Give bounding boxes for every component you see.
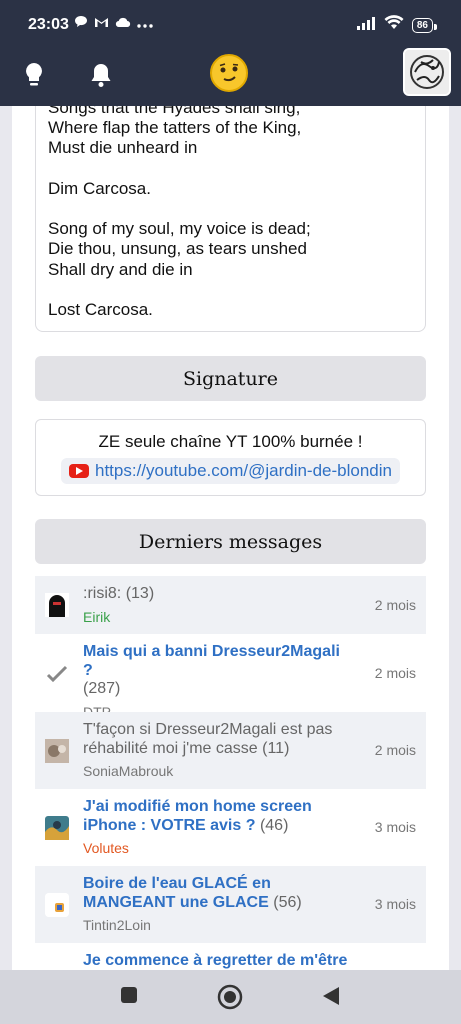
topic-title[interactable]: Mais qui a banni Dresseur2Magali ? xyxy=(83,643,340,679)
topic-author[interactable]: Tintin2Loin xyxy=(83,916,353,935)
reply-count: (11) xyxy=(262,739,290,757)
poem-line: Shall dry and die in xyxy=(48,259,193,279)
poem-line: Must die unheard in xyxy=(48,138,198,158)
signature-heading: Signature xyxy=(35,356,426,401)
poem-line: Dim Carcosa. xyxy=(48,178,151,198)
signal-icon xyxy=(356,16,376,35)
topic-title[interactable]: Boire de l'eau GLACÉ en MANGEANT une GLA… xyxy=(83,875,271,911)
profile-avatar-icon[interactable] xyxy=(403,48,451,96)
youtube-icon xyxy=(69,464,89,478)
latest-messages-heading: Derniers messages xyxy=(35,519,426,564)
smirk-emoji-icon[interactable] xyxy=(210,54,248,92)
photo-avatar-icon xyxy=(45,739,69,763)
signature-box: ZE seule chaîne YT 100% burnée ! https:/… xyxy=(35,419,426,496)
topic-title[interactable]: :risi8: xyxy=(83,585,121,602)
status-bar: 23:03 86 xyxy=(0,0,461,50)
bell-icon[interactable] xyxy=(86,60,116,90)
latest-messages-list: :risi8: (13) Eirik 2 mois Mais qui a ban… xyxy=(35,576,426,970)
topic-author[interactable]: Eirik xyxy=(83,608,353,627)
battery-indicator: 86 xyxy=(411,17,438,33)
wifi-icon xyxy=(384,15,404,35)
reply-count: (46) xyxy=(259,816,289,834)
list-item[interactable]: J'ai modifié mon home screen iPhone : VO… xyxy=(35,789,426,866)
lightbulb-icon[interactable] xyxy=(19,60,49,90)
signature-link[interactable]: https://youtube.com/@jardin-de-blondin xyxy=(61,458,400,484)
poem-line: Song of my soul, my voice is dead; xyxy=(48,219,311,239)
home-circle-icon[interactable] xyxy=(217,984,243,1015)
topic-time: 3 mois xyxy=(374,896,416,912)
list-item[interactable]: Mais qui a banni Dresseur2Magali ? (287)… xyxy=(35,634,426,720)
topic-title[interactable]: Je commence à regretter de m'être xyxy=(83,952,347,969)
back-triangle-icon[interactable] xyxy=(322,986,340,1011)
list-item[interactable]: T'façon si Dresseur2Magali est pas réhab… xyxy=(35,712,426,789)
topic-time: 2 mois xyxy=(374,665,416,681)
topic-author[interactable]: Volutes xyxy=(83,839,353,858)
signature-link-text: https://youtube.com/@jardin-de-blondin xyxy=(95,461,392,480)
topic-time: 3 mois xyxy=(374,819,416,835)
reply-count: (13) xyxy=(125,585,155,602)
recents-square-icon[interactable] xyxy=(120,986,138,1009)
status-time: 23:03 xyxy=(28,16,69,33)
topic-time: 2 mois xyxy=(374,742,416,758)
app-avatar-icon xyxy=(45,893,69,917)
scenery-avatar-icon xyxy=(45,816,69,840)
poem-line: Lost Carcosa. xyxy=(48,299,153,319)
list-item[interactable]: Boire de l'eau GLACÉ en MANGEANT une GLA… xyxy=(35,866,426,943)
content-sheet: Songs that the Hyades shall sing, Where … xyxy=(12,106,449,970)
cloud-icon xyxy=(115,16,131,31)
poem-box: Songs that the Hyades shall sing, Where … xyxy=(35,106,426,332)
system-nav-bar xyxy=(0,970,461,1024)
app-bar xyxy=(0,48,461,106)
signature-text: ZE seule chaîne YT 100% burnée ! xyxy=(98,432,363,451)
list-item[interactable]: :risi8: (13) Eirik 2 mois xyxy=(35,576,426,634)
reply-count: (287) xyxy=(83,680,121,697)
checkmark-icon xyxy=(45,662,69,686)
chat-bubble-icon xyxy=(74,15,88,31)
gmail-icon xyxy=(94,16,109,31)
poem-line: Die thou, unsung, as tears unshed xyxy=(48,239,307,259)
topic-time: 2 mois xyxy=(374,597,416,613)
topic-author[interactable]: SoniaMabrouk xyxy=(83,762,353,781)
dark-knight-avatar-icon xyxy=(45,593,69,617)
reply-count: (56) xyxy=(273,893,302,911)
poem-line: Songs that the Hyades shall sing, xyxy=(48,106,301,117)
list-item[interactable]: Je commence à regretter de m'être xyxy=(35,943,426,970)
more-dots-icon xyxy=(137,16,153,31)
poem-line: Where flap the tatters of the King, xyxy=(48,118,302,138)
topic-title[interactable]: T'façon si Dresseur2Magali est pas réhab… xyxy=(83,721,332,757)
